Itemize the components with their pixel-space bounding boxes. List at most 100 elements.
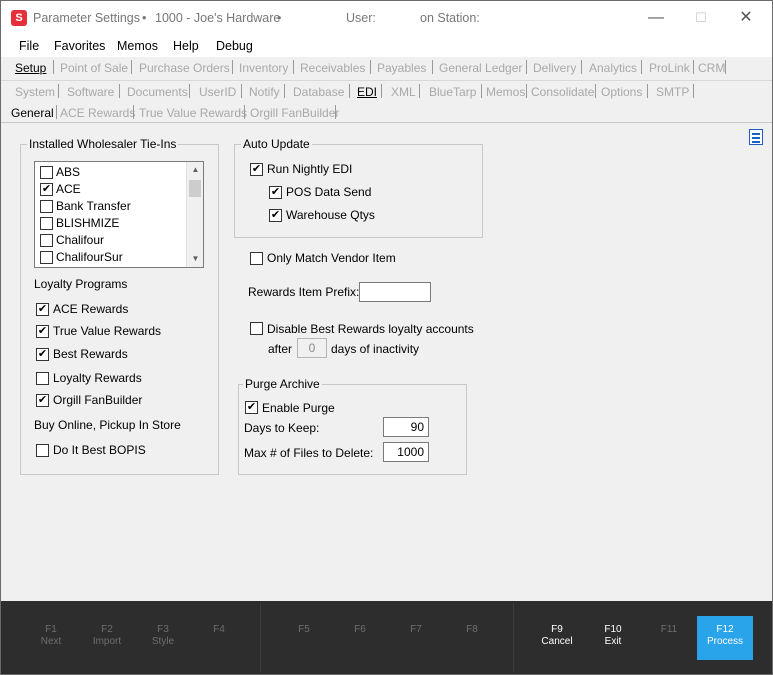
f6-button[interactable]: F6	[332, 624, 388, 654]
tab-ace-rewards[interactable]: ACE Rewards	[60, 106, 135, 120]
pos-data-send-checkbox[interactable]: ✔	[269, 186, 282, 199]
tab-separator	[432, 60, 433, 74]
tab-inventory[interactable]: Inventory	[239, 61, 288, 75]
list-item[interactable]: BLISHMIZE	[35, 215, 185, 232]
tab-setup[interactable]: Setup	[15, 61, 46, 75]
list-item[interactable]: ✔ ACE	[35, 181, 185, 198]
tab-payables[interactable]: Payables	[377, 61, 426, 75]
list-item[interactable]: Bank Transfer	[35, 198, 185, 215]
do-it-best-bopis-checkbox[interactable]	[36, 444, 49, 457]
menu-memos[interactable]: Memos	[117, 39, 158, 53]
disable-best-rewards-checkbox[interactable]	[250, 322, 263, 335]
f11-button[interactable]: F11	[641, 624, 697, 654]
tab-database[interactable]: Database	[293, 85, 344, 99]
loyalty-rewards-checkbox[interactable]	[36, 372, 49, 385]
list-menu-icon[interactable]	[749, 129, 763, 145]
run-nightly-edi-checkbox[interactable]: ✔	[250, 163, 263, 176]
best-rewards-checkbox[interactable]: ✔	[36, 348, 49, 361]
f4-button[interactable]: F4	[191, 624, 247, 654]
list-item[interactable]: Chalifour	[35, 232, 185, 249]
tab-general[interactable]: General	[11, 106, 54, 120]
days-to-keep-input[interactable]: 90	[383, 417, 429, 437]
tab-documents[interactable]: Documents	[127, 85, 188, 99]
tab-true-value-rewards[interactable]: True Value Rewards	[139, 106, 247, 120]
tab-separator	[725, 60, 726, 74]
warehouse-qtys-label: Warehouse Qtys	[286, 208, 375, 222]
orgill-fanbuilder-checkbox[interactable]: ✔	[36, 394, 49, 407]
wholesaler-list[interactable]: ABS ✔ ACE Bank Transfer BLISHMIZE Chalif…	[34, 161, 204, 268]
tab-separator	[119, 84, 120, 98]
wholesaler-chalifour-checkbox[interactable]	[40, 234, 53, 247]
max-files-input[interactable]: 1000	[383, 442, 429, 462]
tab-general-ledger[interactable]: General Ledger	[439, 61, 522, 75]
fkey-separator	[513, 603, 514, 672]
wholesaler-blishmize-checkbox[interactable]	[40, 217, 53, 230]
menu-debug[interactable]: Debug	[216, 39, 253, 53]
f12-process-button[interactable]: F12 Process	[697, 616, 753, 660]
f3-style-button[interactable]: F3 Style	[135, 624, 191, 654]
tab-prolink[interactable]: ProLink	[649, 61, 690, 75]
scroll-down-arrow-icon[interactable]: ▼	[187, 251, 203, 266]
tab-memos[interactable]: Memos	[486, 85, 525, 99]
menu-help[interactable]: Help	[173, 39, 199, 53]
rewards-item-prefix-label: Rewards Item Prefix:	[248, 285, 360, 299]
f2-import-button[interactable]: F2 Import	[79, 624, 135, 654]
tab-point-of-sale[interactable]: Point of Sale	[60, 61, 128, 75]
fkey-code: F4	[213, 624, 225, 635]
fkey-label: Exit	[604, 636, 622, 647]
tab-system[interactable]: System	[15, 85, 55, 99]
rewards-item-prefix-input[interactable]	[359, 282, 431, 302]
window-title: Parameter Settings	[33, 11, 140, 25]
scroll-up-arrow-icon[interactable]: ▲	[187, 162, 203, 177]
menu-file[interactable]: File	[19, 39, 39, 53]
tab-consolidate[interactable]: Consolidate	[531, 85, 594, 99]
fkey-label: Style	[151, 636, 175, 647]
enable-purge-checkbox[interactable]: ✔	[245, 401, 258, 414]
tab-xml[interactable]: XML	[391, 85, 416, 99]
tab-software[interactable]: Software	[67, 85, 114, 99]
tab-smtp[interactable]: SMTP	[656, 85, 689, 99]
tab-separator	[133, 105, 134, 119]
wholesaler-ace-checkbox[interactable]: ✔	[40, 183, 53, 196]
tab-notify[interactable]: Notify	[249, 85, 280, 99]
only-match-vendor-item-checkbox[interactable]	[250, 252, 263, 265]
f9-cancel-button[interactable]: F9 Cancel	[529, 624, 585, 654]
title-bar[interactable]: S Parameter Settings • 1000 - Joe's Hard…	[1, 1, 772, 35]
minimize-button[interactable]: —	[641, 7, 671, 29]
wholesaler-chalifoursur-checkbox[interactable]	[40, 251, 53, 264]
tab-receivables[interactable]: Receivables	[300, 61, 365, 75]
tab-options[interactable]: Options	[601, 85, 642, 99]
true-value-rewards-label: True Value Rewards	[53, 324, 162, 338]
fkey-code: F9	[551, 624, 563, 635]
list-item[interactable]: ABS	[35, 164, 185, 181]
tab-analytics[interactable]: Analytics	[589, 61, 637, 75]
menu-favorites[interactable]: Favorites	[54, 39, 105, 53]
true-value-rewards-checkbox[interactable]: ✔	[36, 325, 49, 338]
wholesaler-bank-transfer-checkbox[interactable]	[40, 200, 53, 213]
tab-orgill-fanbuilder[interactable]: Orgill FanBuilder	[250, 106, 339, 120]
scroll-thumb[interactable]	[189, 180, 201, 197]
inactivity-days-input[interactable]: 0	[297, 338, 327, 358]
list-scrollbar[interactable]: ▲ ▼	[186, 162, 203, 267]
tab-bluetarp[interactable]: BlueTarp	[429, 85, 476, 99]
maximize-button[interactable]: ☐	[686, 7, 716, 29]
f10-exit-button[interactable]: F10 Exit	[585, 624, 641, 654]
run-nightly-edi-label: Run Nightly EDI	[267, 162, 353, 176]
f8-button[interactable]: F8	[444, 624, 500, 654]
app-logo-icon: S	[11, 10, 27, 26]
tab-crm[interactable]: CRM	[698, 61, 725, 75]
f1-next-button[interactable]: F1 Next	[23, 624, 79, 654]
list-item[interactable]: ChalifourSur	[35, 249, 185, 266]
ace-rewards-checkbox[interactable]: ✔	[36, 303, 49, 316]
tab-separator	[641, 60, 642, 74]
warehouse-qtys-checkbox[interactable]: ✔	[269, 209, 282, 222]
f5-button[interactable]: F5	[276, 624, 332, 654]
tab-userid[interactable]: UserID	[199, 85, 236, 99]
close-button[interactable]: ✕	[731, 7, 761, 29]
tab-separator	[131, 60, 132, 74]
wholesaler-abs-checkbox[interactable]	[40, 166, 53, 179]
f7-button[interactable]: F7	[388, 624, 444, 654]
tab-delivery[interactable]: Delivery	[533, 61, 576, 75]
tab-edi[interactable]: EDI	[357, 85, 377, 99]
tab-purchase-orders[interactable]: Purchase Orders	[139, 61, 230, 75]
